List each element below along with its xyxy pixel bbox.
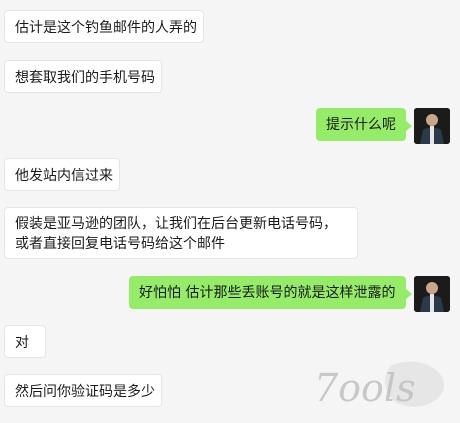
avatar[interactable] <box>414 276 450 312</box>
message-text: 估计是这个钓鱼邮件的人弄的 <box>15 20 197 36</box>
message-text: 提示什么呢 <box>326 117 396 133</box>
person-icon <box>414 276 450 312</box>
message-bubble[interactable]: 估计是这个钓鱼邮件的人弄的 <box>4 10 204 43</box>
message-text: 想套取我们的手机号码 <box>15 70 155 86</box>
message-bubble-outgoing[interactable]: 提示什么呢 <box>316 108 412 141</box>
message-bubble[interactable]: 对 <box>4 325 46 358</box>
message-text: 假装是亚马逊的团队，让我们在后台更新电话号码，或者直接回复电话号码给这个邮件 <box>15 216 337 252</box>
message-text: 然后问你验证码是多少 <box>15 384 155 400</box>
watermark-text: 7ools <box>314 366 416 410</box>
watermark-logo: 7ools <box>310 355 450 415</box>
message-text: 对 <box>15 335 29 351</box>
message-bubble[interactable]: 他发站内信过来 <box>4 158 120 191</box>
message-bubble-outgoing[interactable]: 好怕怕 估计那些丢账号的就是这样泄露的 <box>129 276 412 309</box>
avatar[interactable] <box>414 108 450 144</box>
message-bubble[interactable]: 然后问你验证码是多少 <box>4 374 162 407</box>
message-bubble[interactable]: 假装是亚马逊的团队，让我们在后台更新电话号码，或者直接回复电话号码给这个邮件 <box>4 207 358 259</box>
message-bubble[interactable]: 想套取我们的手机号码 <box>4 60 162 93</box>
message-text: 好怕怕 估计那些丢账号的就是这样泄露的 <box>139 285 396 301</box>
message-text: 他发站内信过来 <box>15 168 113 184</box>
person-icon <box>414 108 450 144</box>
